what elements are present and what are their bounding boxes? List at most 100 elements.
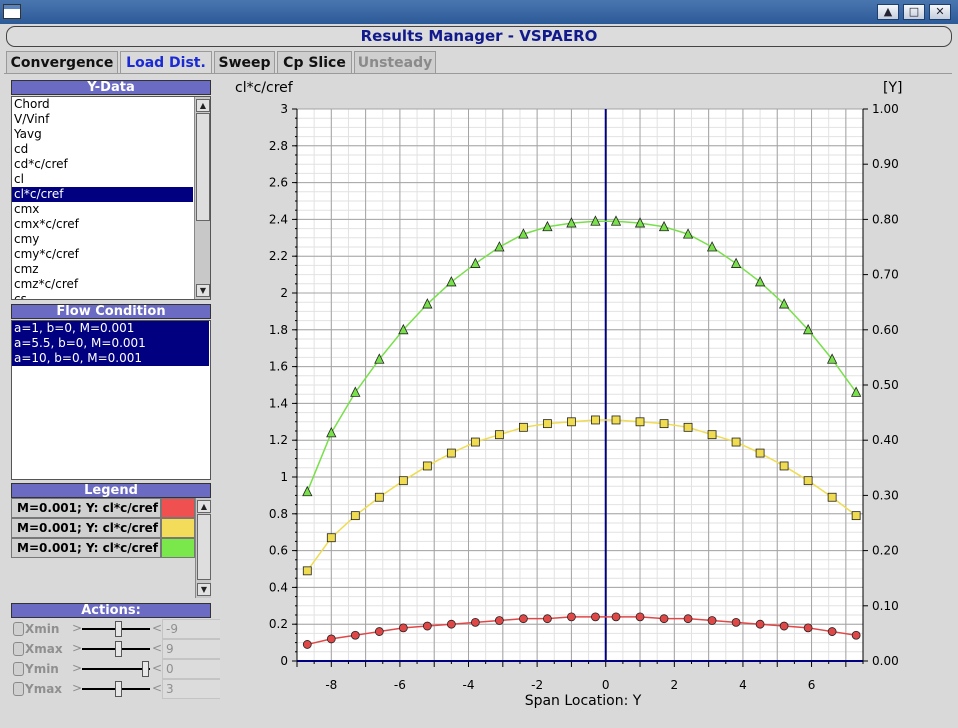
ymin-value[interactable]: 0 [162, 659, 222, 679]
list-item[interactable]: cd [12, 142, 193, 157]
chevron-left-icon[interactable]: < [152, 641, 162, 655]
data-point [635, 612, 645, 622]
list-item[interactable]: V/Vinf [12, 112, 193, 127]
data-point [827, 492, 837, 502]
data-point [543, 614, 552, 624]
data-point [374, 492, 384, 502]
list-item[interactable]: cd*c/cref [12, 157, 193, 172]
xmin-label: Xmin [25, 622, 60, 636]
chevron-right-icon[interactable]: > [72, 661, 82, 675]
data-point [567, 417, 576, 427]
tab-convergence[interactable]: Convergence [6, 51, 118, 74]
list-item[interactable]: cmz [12, 262, 193, 277]
ydata-scrollbar[interactable]: ▲ ▼ [194, 97, 210, 299]
grid-lines [296, 108, 864, 662]
x-tick-label: 2 [671, 678, 679, 692]
legend-entry: a=5.5, b=0, M=0.001; Y: cl*c/cref [11, 518, 195, 538]
xmax-value[interactable]: 9 [162, 639, 222, 659]
ymax-value[interactable]: 3 [162, 679, 222, 699]
list-item[interactable]: Chord [12, 97, 193, 112]
xmax-checkbox[interactable] [13, 642, 24, 656]
tab-load-dist[interactable]: Load Dist. [120, 51, 212, 74]
maximize-icon[interactable]: □ [903, 4, 925, 20]
data-point [659, 614, 669, 624]
data-point [779, 621, 789, 631]
data-point [494, 430, 504, 440]
list-item[interactable]: cl*c/cref [12, 187, 193, 202]
data-point [470, 437, 480, 447]
move-up-icon[interactable]: ▲ [877, 4, 899, 20]
data-point [827, 627, 837, 636]
data-point [398, 623, 408, 633]
x-tick-label: -6 [394, 678, 406, 692]
data-point [591, 612, 600, 622]
tab-divider [4, 73, 952, 74]
data-point [591, 415, 600, 425]
slider-thumb[interactable] [114, 641, 122, 657]
ymin-checkbox[interactable] [13, 662, 24, 676]
list-item[interactable]: a=1, b=0, M=0.001 [12, 321, 209, 336]
data-point [683, 422, 693, 432]
chevron-left-icon[interactable]: < [152, 661, 162, 675]
y2-tick-label: 0.10 [872, 599, 899, 613]
slider-thumb[interactable] [114, 681, 122, 697]
list-item[interactable]: cmx*c/cref [12, 217, 193, 232]
slider-thumb[interactable] [114, 621, 122, 637]
chevron-right-icon[interactable]: > [72, 681, 82, 695]
tab-unsteady: Unsteady [354, 51, 436, 74]
y-tick-label: 1.4 [269, 396, 288, 410]
chevron-left-icon[interactable]: < [152, 681, 162, 695]
xmin-checkbox[interactable] [13, 622, 24, 636]
chevron-right-icon[interactable]: > [72, 641, 82, 655]
ymin-label: Ymin [25, 662, 59, 676]
list-item[interactable]: cmz*c/cref [12, 277, 193, 292]
y2-tick-label: 0.90 [872, 157, 899, 171]
ydata-items: Chord V/Vinf Yavg cd cd*c/cref cl cl*c/cref cmx… [12, 97, 210, 299]
title-bar[interactable]: ▲ □ ✕ [0, 0, 958, 24]
x-tick-label: -4 [463, 678, 475, 692]
y-tick-label: 2.6 [269, 176, 288, 190]
xmax-slider[interactable]: > < [72, 639, 162, 659]
ydata-list[interactable]: Chord V/Vinf Yavg cd cd*c/cref cl cl*c/cref cmx… [11, 96, 211, 300]
xmin-value[interactable]: -9 [162, 619, 222, 639]
scroll-up-icon[interactable]: ▲ [196, 99, 210, 112]
ymax-slider[interactable]: > < [72, 679, 162, 699]
xmax-row: Xmax > < 9 [11, 639, 222, 659]
list-item[interactable]: Yavg [12, 127, 193, 142]
list-item[interactable]: cmy*c/cref [12, 247, 193, 262]
ymax-row: Ymax > < 3 [11, 679, 222, 699]
scroll-down-icon[interactable]: ▼ [197, 583, 211, 596]
list-item[interactable]: cl [12, 172, 193, 187]
legend-panel: a=1, b=0, M=0.001; Y: cl*c/cref a=5.5, b… [11, 498, 211, 598]
legend-swatch [161, 538, 195, 558]
data-point [518, 422, 528, 432]
list-item[interactable]: cs [12, 292, 193, 299]
window-menu-icon[interactable] [3, 4, 21, 19]
data-point [374, 627, 384, 636]
scroll-thumb[interactable] [196, 113, 210, 221]
xmin-slider[interactable]: > < [72, 619, 162, 639]
close-icon[interactable]: ✕ [929, 4, 951, 20]
xmax-label: Xmax [25, 642, 63, 656]
y-tick-label: 0.2 [269, 617, 288, 631]
list-item[interactable]: cmy [12, 232, 193, 247]
chevron-left-icon[interactable]: < [152, 621, 162, 635]
flow-condition-list[interactable]: a=1, b=0, M=0.001 a=5.5, b=0, M=0.001 a=… [11, 320, 211, 480]
legend-scrollbar[interactable]: ▲ ▼ [195, 498, 211, 598]
data-point [635, 417, 645, 427]
ymin-slider[interactable]: > < [72, 659, 162, 679]
list-item[interactable]: a=10, b=0, M=0.001 [12, 351, 209, 366]
list-item[interactable]: cmx [12, 202, 193, 217]
scroll-down-icon[interactable]: ▼ [196, 284, 210, 297]
list-item[interactable]: a=5.5, b=0, M=0.001 [12, 336, 209, 351]
slider-track [82, 668, 150, 670]
tab-sweep[interactable]: Sweep [214, 51, 275, 74]
slider-thumb[interactable] [141, 661, 149, 677]
ymax-checkbox[interactable] [13, 682, 24, 696]
tab-cp-slice[interactable]: Cp Slice [277, 51, 352, 74]
y-tick-label: 1.2 [269, 433, 288, 447]
scroll-up-icon[interactable]: ▲ [197, 500, 211, 513]
load-distribution-chart[interactable]: 0 0.2 0.4 0.6 0.8 1 1.2 1.4 1.6 1.8 2 2.2 2.4 2.6 2.8 3… [220, 76, 950, 716]
scroll-thumb[interactable] [197, 514, 211, 580]
chevron-right-icon[interactable]: > [72, 621, 82, 635]
